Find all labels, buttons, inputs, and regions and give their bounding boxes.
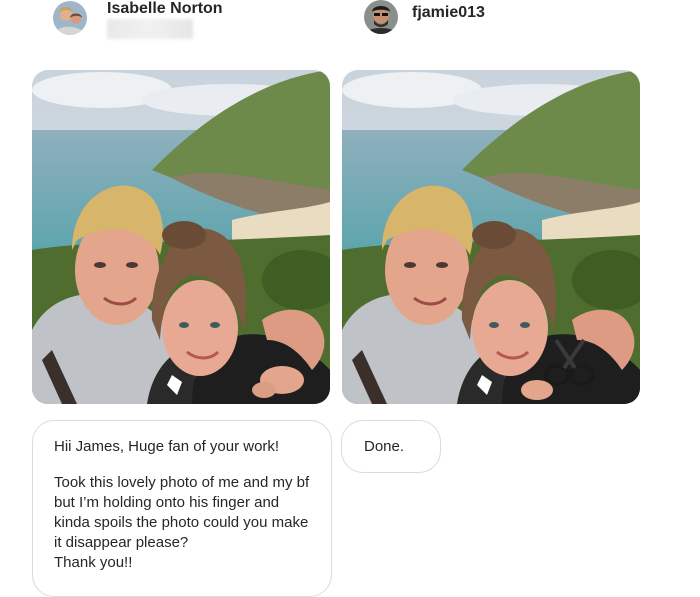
avatar-isabelle[interactable] (53, 1, 87, 35)
reply-text: Done. (364, 438, 405, 455)
message-text-line1: Hii James, Huge fan of your work! (54, 438, 280, 455)
message-text-line2: Took this lovely photo of me and my bf b… (54, 474, 310, 551)
avatar-fjamie[interactable] (364, 0, 398, 34)
blurred-subtitle (107, 19, 193, 39)
message-bubble-request: Hii James, Huge fan of your work! Took t… (32, 420, 332, 597)
sender-name-isabelle[interactable]: Isabelle Norton (107, 0, 223, 18)
photo-edited[interactable] (342, 70, 640, 404)
message-text-line3: Thank you!! (54, 554, 133, 571)
photo-original[interactable] (32, 70, 330, 404)
message-bubble-reply: Done. (341, 420, 441, 473)
sender-name-fjamie[interactable]: fjamie013 (412, 4, 485, 22)
